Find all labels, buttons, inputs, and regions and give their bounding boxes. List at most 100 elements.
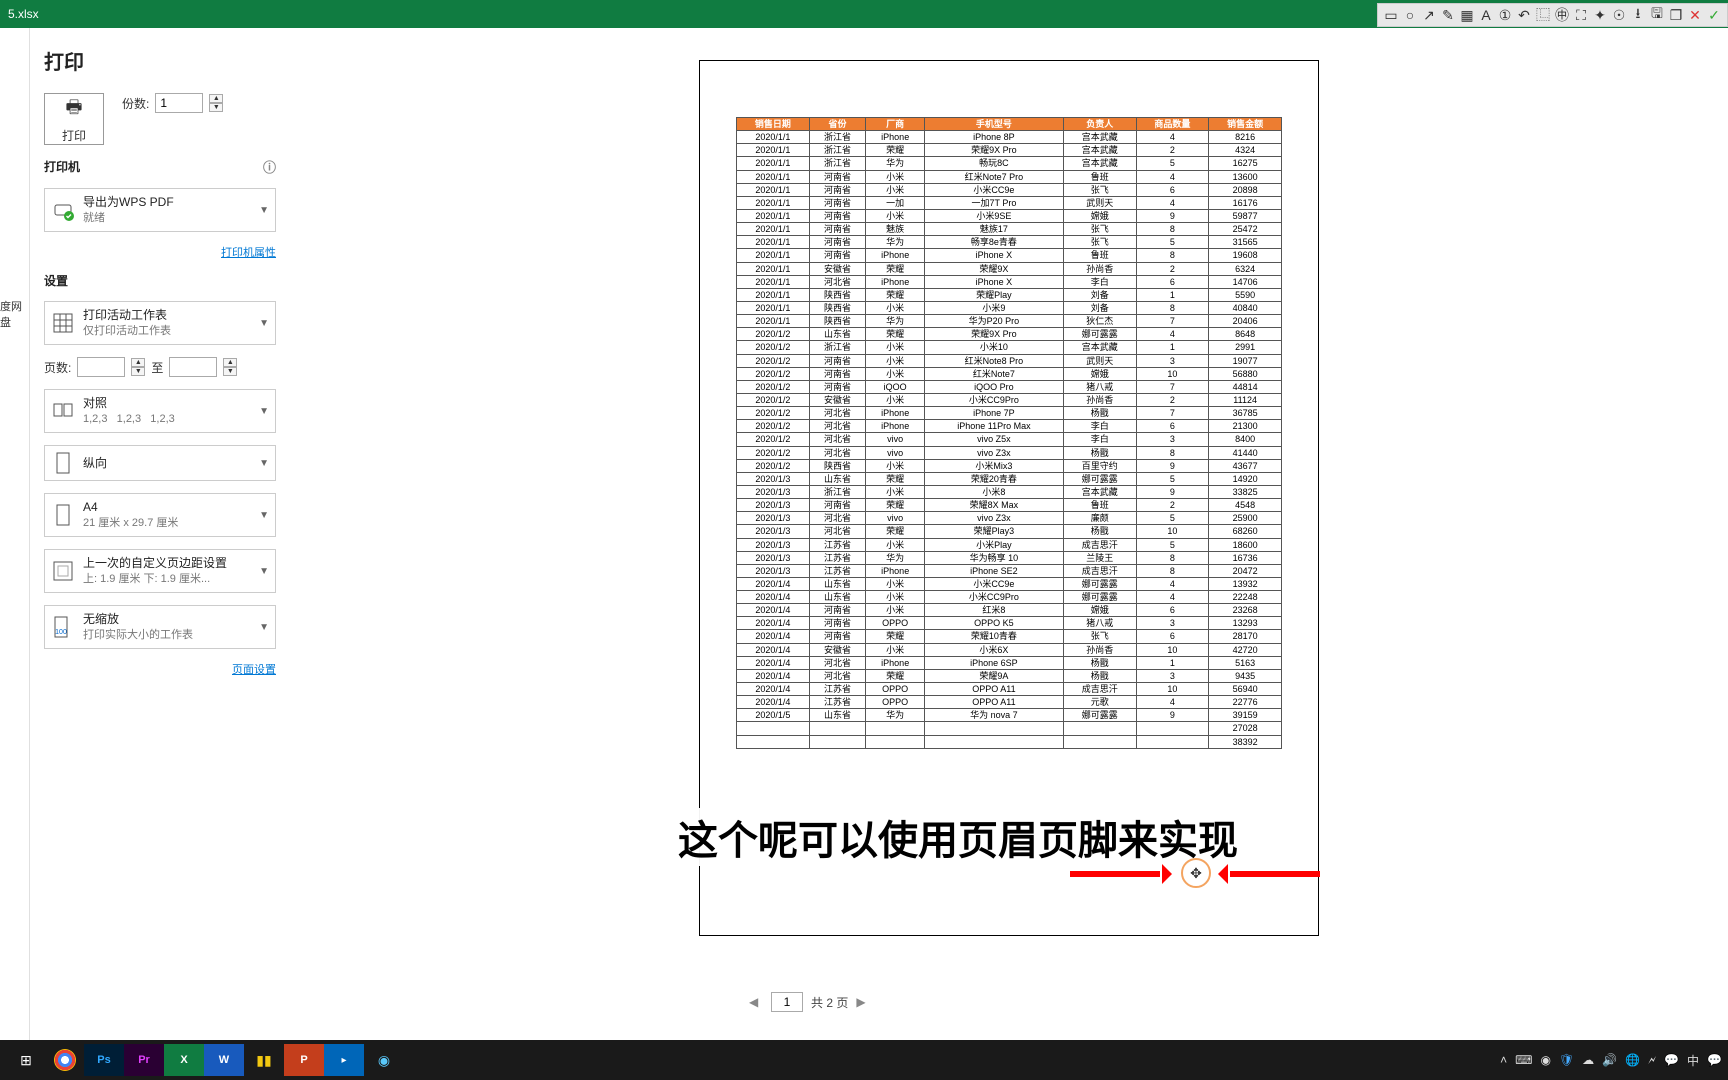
page-number-input[interactable] xyxy=(771,992,803,1012)
start-button[interactable]: ⊞ xyxy=(6,1044,46,1076)
printer-dropdown[interactable]: 导出为WPS PDF 就绪 ▼ xyxy=(44,188,276,232)
page-to-down[interactable]: ▼ xyxy=(223,367,237,376)
premiere-icon[interactable]: Pr xyxy=(124,1044,164,1076)
tray-volume-icon[interactable]: 🔊 xyxy=(1602,1053,1617,1067)
powerbi-icon[interactable]: ▮▮ xyxy=(244,1044,284,1076)
table-cell: 红米8 xyxy=(924,604,1063,617)
tray-shield-icon[interactable]: 🛡 xyxy=(1559,1053,1574,1067)
table-cell: 鲁班 xyxy=(1063,249,1136,262)
copies-input[interactable] xyxy=(155,93,203,113)
rect-icon[interactable]: ▭ xyxy=(1382,6,1400,24)
system-tray: ˄ ⌨ ◉ 🛡 ☁ 🔊 🌐 🗲 💬 中 💬 xyxy=(1500,1052,1722,1069)
page-setup-link[interactable]: 页面设置 xyxy=(44,661,276,677)
save-icon[interactable]: 🖫 xyxy=(1648,6,1666,24)
table-cell: 娜可露露 xyxy=(1063,472,1136,485)
tray-notify-icon[interactable]: 💬 xyxy=(1707,1053,1722,1067)
table-cell: 39159 xyxy=(1209,709,1282,722)
print-button[interactable]: 🖶 打印 xyxy=(44,93,104,145)
print-sidebar: 打印 🖶 打印 份数: ▲ ▼ 打印机 ⓘ 导 xyxy=(30,28,290,1080)
close-icon[interactable]: ✕ xyxy=(1686,6,1704,24)
table-cell: 2020/1/1 xyxy=(737,223,810,236)
tray-wechat-icon[interactable]: 💬 xyxy=(1664,1053,1679,1067)
table-row: 2020/1/1安徽省荣耀荣耀9X孙尚香26324 xyxy=(737,262,1282,275)
table-cell: 2020/1/2 xyxy=(737,420,810,433)
info-icon[interactable]: ⓘ xyxy=(263,157,276,176)
copies-down[interactable]: ▼ xyxy=(209,103,223,112)
translate-icon[interactable]: ㊥ xyxy=(1553,6,1571,24)
text-icon[interactable]: A xyxy=(1477,6,1495,24)
table-cell: 荣耀 xyxy=(866,144,925,157)
confirm-icon[interactable]: ✓ xyxy=(1705,6,1723,24)
table-cell: 浙江省 xyxy=(809,131,866,144)
page-from-input[interactable] xyxy=(77,357,125,377)
table-cell: iPhone xyxy=(866,564,925,577)
orientation-dropdown[interactable]: 纵向 ▼ xyxy=(44,445,276,481)
table-cell: iPhone X xyxy=(924,275,1063,288)
chrome-icon[interactable] xyxy=(54,1049,76,1071)
page-to-input[interactable] xyxy=(169,357,217,377)
size-dropdown[interactable]: A4 21 厘米 x 29.7 厘米 ▼ xyxy=(44,493,276,537)
tray-up-icon[interactable]: ˄ xyxy=(1500,1053,1507,1067)
powerpoint-icon[interactable]: P xyxy=(284,1044,324,1076)
table-cell: 2020/1/2 xyxy=(737,459,810,472)
copy-icon[interactable]: ❐ xyxy=(1667,6,1685,24)
printer-props-link[interactable]: 打印机属性 xyxy=(44,244,276,260)
table-cell: 8 xyxy=(1136,249,1209,262)
excel-icon[interactable]: X xyxy=(164,1044,204,1076)
resize-icon[interactable]: ⛶ xyxy=(1572,6,1590,24)
table-cell: 2020/1/1 xyxy=(737,157,810,170)
tray-location-icon[interactable]: ◉ xyxy=(1540,1053,1550,1067)
browser-icon[interactable]: ◉ xyxy=(364,1044,404,1076)
word-icon[interactable]: W xyxy=(204,1044,244,1076)
table-cell: vivo xyxy=(866,433,925,446)
margins-dropdown[interactable]: 上一次的自定义页边距设置 上: 1.9 厘米 下: 1.9 厘米... ▼ xyxy=(44,549,276,593)
table-cell: 小米Play xyxy=(924,538,1063,551)
table-cell: 8216 xyxy=(1209,131,1282,144)
printer-head-label: 打印机 xyxy=(44,158,80,175)
table-cell: 小米 xyxy=(866,485,925,498)
download-icon[interactable]: ⭳ xyxy=(1629,6,1647,24)
pen-icon[interactable]: ✎ xyxy=(1439,6,1457,24)
arrow-icon[interactable]: ↗ xyxy=(1420,6,1438,24)
tray-network-icon[interactable]: 🌐 xyxy=(1625,1053,1640,1067)
table-cell: 华为P20 Pro xyxy=(924,315,1063,328)
collate-dropdown[interactable]: 对照 1,2,3 1,2,3 1,2,3 ▼ xyxy=(44,389,276,433)
share-icon[interactable]: ☉ xyxy=(1610,6,1628,24)
table-cell: 廉颇 xyxy=(1063,512,1136,525)
copies-up[interactable]: ▲ xyxy=(209,94,223,103)
collate-seq3: 1,2,3 xyxy=(150,413,174,425)
number-icon[interactable]: ① xyxy=(1496,6,1514,24)
copies-label: 份数: xyxy=(122,95,149,112)
table-row: 2020/1/1河南省魅族魅族17张飞825472 xyxy=(737,223,1282,236)
next-page-icon[interactable]: ▶ xyxy=(856,995,870,1009)
table-cell: 2020/1/5 xyxy=(737,709,810,722)
scope-dropdown[interactable]: 打印活动工作表 仅打印活动工作表 ▼ xyxy=(44,301,276,345)
table-cell: 荣耀Play xyxy=(924,288,1063,301)
tray-battery-icon[interactable]: 🗲 xyxy=(1648,1053,1656,1068)
table-cell: 小米 xyxy=(866,577,925,590)
page-from-up[interactable]: ▲ xyxy=(131,358,145,367)
pin-icon[interactable]: ✦ xyxy=(1591,6,1609,24)
undo-icon[interactable]: ↶ xyxy=(1515,6,1533,24)
tray-cloud-icon[interactable]: ☁ xyxy=(1582,1053,1594,1067)
table-cell: 8400 xyxy=(1209,433,1282,446)
chevron-down-icon: ▼ xyxy=(259,406,269,417)
prev-page-icon[interactable]: ◀ xyxy=(749,995,763,1009)
ocr-icon[interactable]: ⿺ xyxy=(1534,6,1552,24)
tray-keyboard-icon[interactable]: ⌨ xyxy=(1515,1053,1532,1067)
table-cell: 山东省 xyxy=(809,472,866,485)
page-from-down[interactable]: ▼ xyxy=(131,367,145,376)
page-to-up[interactable]: ▲ xyxy=(223,358,237,367)
circle-icon[interactable]: ○ xyxy=(1401,6,1419,24)
table-cell: 河南省 xyxy=(809,499,866,512)
table-row: 2020/1/1河南省iPhoneiPhone X鲁班819608 xyxy=(737,249,1282,262)
table-cell: 荣耀8X Max xyxy=(924,499,1063,512)
table-cell xyxy=(737,722,810,735)
vscode-icon[interactable]: ▸ xyxy=(324,1044,364,1076)
scope-l1: 打印活动工作表 xyxy=(83,307,251,324)
mosaic-icon[interactable]: ▦ xyxy=(1458,6,1476,24)
tray-ime[interactable]: 中 xyxy=(1687,1052,1699,1069)
photoshop-icon[interactable]: Ps xyxy=(84,1044,124,1076)
table-cell: 2020/1/1 xyxy=(737,183,810,196)
scale-dropdown[interactable]: 100 无缩放 打印实际大小的工作表 ▼ xyxy=(44,605,276,649)
